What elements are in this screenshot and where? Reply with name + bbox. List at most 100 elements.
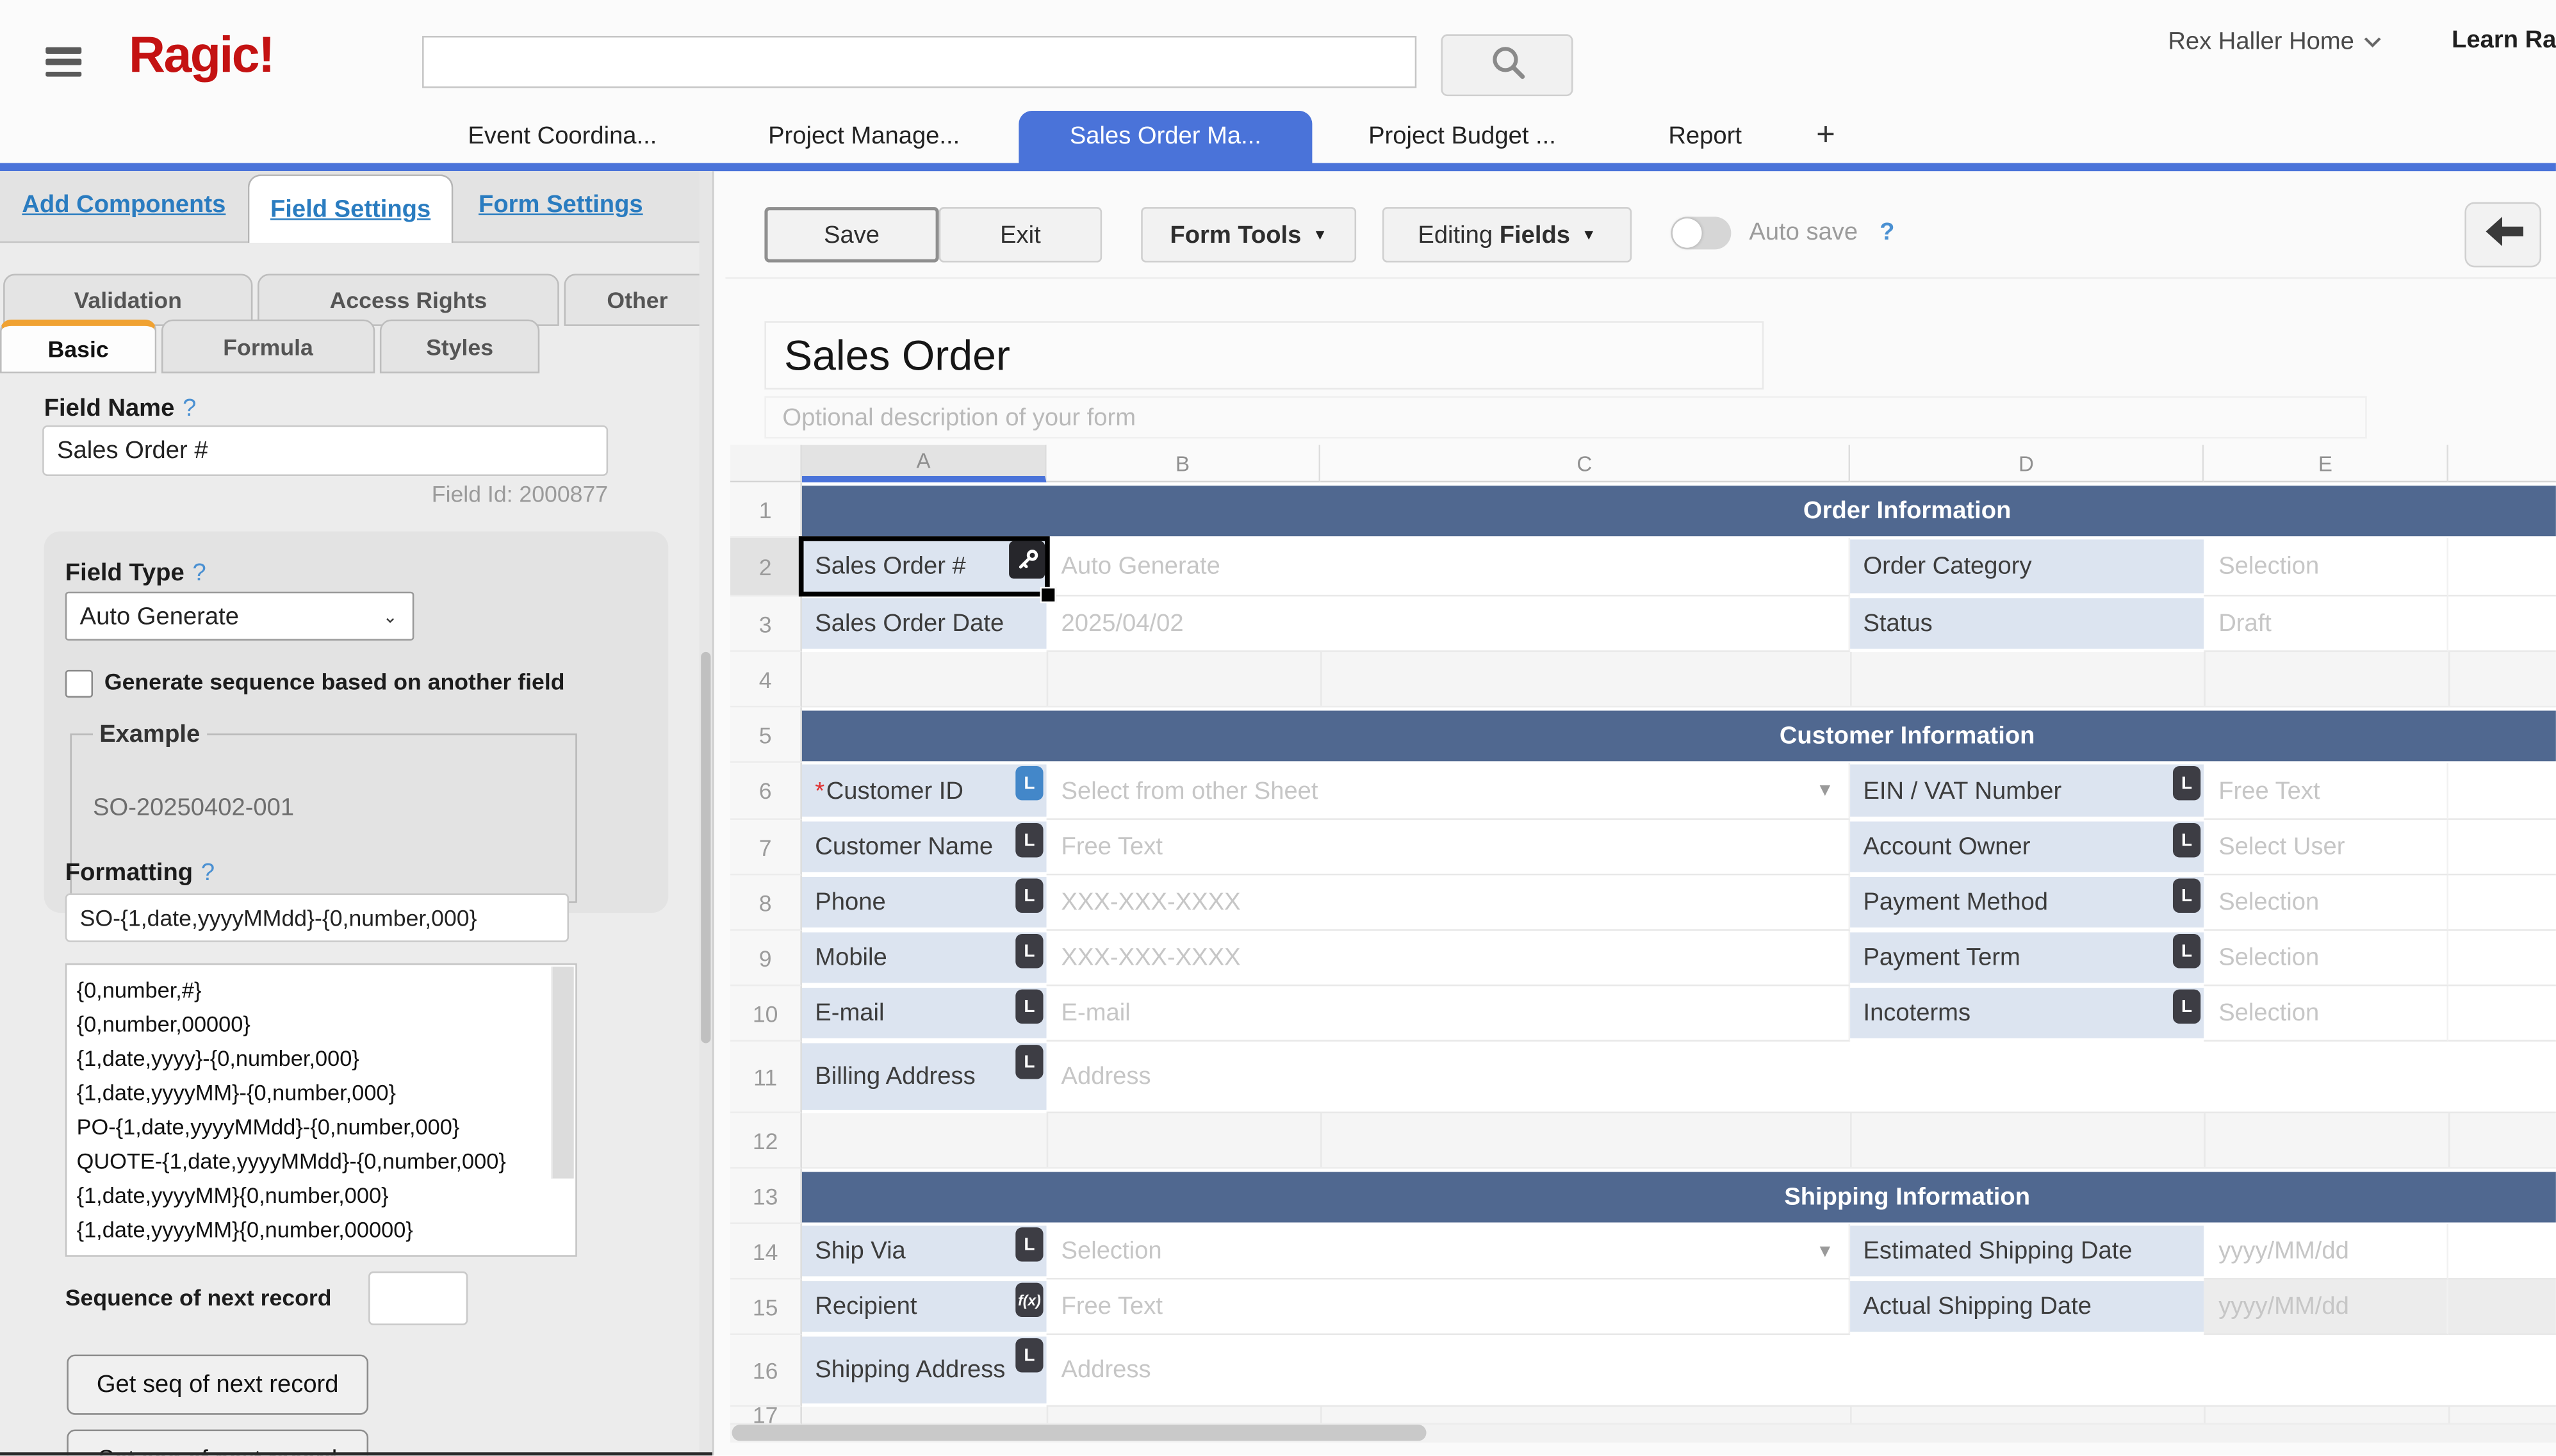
field-name-input[interactable] [42,425,608,476]
row-number[interactable]: 11 [730,1042,802,1113]
field-label-cell[interactable]: PhoneL [802,877,1047,928]
form-title-input[interactable]: Sales Order [764,321,1764,389]
field-name-help-icon[interactable]: ? [183,395,196,422]
listbox-scrollbar[interactable] [551,967,574,1179]
row-number[interactable]: 14 [730,1224,802,1280]
format-options-listbox[interactable]: {0,number,#}{0,number,00000}{1,date,yyyy… [65,963,577,1257]
sheet-tab[interactable]: Project Manage... [753,111,975,163]
format-option[interactable]: {1,date,yyyyMM}{0,number,00000} [77,1213,576,1247]
column-header-B[interactable]: B [1047,445,1320,483]
field-value-cell[interactable]: Address [1047,1335,2556,1407]
subtab-formula[interactable]: Formula [161,320,375,373]
field-label-cell[interactable]: Sales Order # [802,539,1047,593]
ragic-logo[interactable]: Ragic! [129,26,274,85]
sidebar-tab-field-settings[interactable]: Field Settings [248,174,454,243]
horizontal-scrollbar-thumb[interactable] [732,1425,1427,1441]
field-value-cell[interactable]: yyyy/MM/dd [2204,1224,2448,1280]
empty-row[interactable] [802,1113,2556,1169]
formatting-help-icon[interactable]: ? [201,859,215,887]
field-value-cell[interactable]: XXX-XXX-XXXX [1047,931,1850,986]
field-value-cell[interactable] [2448,763,2556,820]
field-value-cell[interactable]: E-mail [1047,986,1850,1042]
row-number[interactable]: 13 [730,1168,802,1224]
format-option[interactable]: {1,date,yyyyMM}-{0,number,000} [77,1076,576,1109]
subtab-access-rights[interactable]: Access Rights [258,274,559,325]
field-value-cell[interactable]: Auto Generate [1047,538,1850,597]
field-label-cell[interactable]: Actual Shipping Date [1850,1281,2204,1332]
subtab-styles[interactable]: Styles [380,320,539,373]
format-option[interactable]: {1,date,yyyyMM}{0,number,000} [77,1179,576,1213]
auto-save-help-icon[interactable]: ? [1880,218,1894,246]
field-value-cell[interactable]: Selection [2204,875,2448,931]
formatting-input[interactable] [65,893,569,942]
field-value-cell[interactable] [2448,986,2556,1042]
row-number[interactable]: 10 [730,986,802,1042]
learn-ragic-link[interactable]: Learn Ra [2452,26,2556,54]
field-label-cell[interactable]: Payment MethodL [1850,877,2204,928]
field-label-cell[interactable]: *Customer IDL [802,764,1047,816]
field-value-cell[interactable]: Selection [2204,986,2448,1042]
sheet-tab[interactable]: Sales Order Ma... [1019,111,1312,163]
generate-sequence-checkbox[interactable] [65,670,93,698]
search-input[interactable] [422,36,1416,88]
field-value-cell[interactable] [2448,931,2556,986]
fill-handle[interactable] [1040,587,1056,603]
field-label-cell[interactable]: EIN / VAT NumberL [1850,764,2204,816]
sheet-tab[interactable]: Report [1646,111,1764,163]
field-value-cell[interactable]: Select from other Sheet▼ [1047,763,1850,820]
auto-save-toggle[interactable] [1671,217,1731,249]
get-seq-button[interactable]: Get seq of next record [67,1355,368,1415]
field-value-cell[interactable]: XXX-XXX-XXXX [1047,875,1850,931]
format-option[interactable]: {0,number,#} [77,973,576,1007]
sheet-tab[interactable]: Event Coordina... [464,111,660,163]
field-label-cell[interactable]: Billing AddressL [802,1043,1047,1110]
field-value-cell[interactable] [2448,875,2556,931]
field-value-cell[interactable] [2448,820,2556,876]
field-label-cell[interactable]: Account OwnerL [1850,821,2204,872]
field-value-cell[interactable]: Selection▼ [1047,1224,1850,1280]
format-option[interactable]: {1,date,yyyy}-{0,number,000} [77,1042,576,1076]
back-button[interactable] [2464,202,2541,268]
subtab-validation[interactable]: Validation [3,274,252,325]
set-seq-button[interactable]: Set seq of next record [67,1430,368,1456]
column-header-E[interactable]: E [2204,445,2448,483]
field-value-cell[interactable] [2448,538,2556,597]
field-value-cell[interactable]: yyyy/MM/dd [2204,1280,2448,1336]
field-label-cell[interactable]: Payment TermL [1850,933,2204,983]
field-label-cell[interactable]: MobileL [802,933,1047,983]
row-number[interactable]: 4 [730,652,802,708]
row-number[interactable]: 5 [730,707,802,763]
field-value-cell[interactable] [2448,1280,2556,1336]
form-tools-menu[interactable]: Form Tools ▼ [1141,207,1356,263]
column-header-A[interactable]: A [802,445,1047,483]
add-sheet-tab-button[interactable]: + [1801,111,1850,163]
field-value-cell[interactable]: Address [1047,1042,2556,1113]
row-number[interactable]: 9 [730,931,802,986]
field-value-cell[interactable]: Select User [2204,820,2448,876]
field-label-cell[interactable]: Estimated Shipping Date [1850,1226,2204,1277]
form-description-input[interactable]: Optional description of your form [764,396,2366,438]
subtab-other[interactable]: Other [564,274,710,325]
format-option[interactable]: QUOTE-{1,date,yyyyMMdd}-{0,number,000} [77,1144,576,1178]
row-number[interactable]: 16 [730,1335,802,1407]
row-header-corner[interactable] [730,445,802,483]
column-header-C[interactable]: C [1320,445,1850,483]
field-type-select[interactable]: Auto Generate ⌄ [65,592,414,641]
sidebar-scrollbar-thumb[interactable] [701,652,710,1043]
exit-button[interactable]: Exit [939,207,1102,263]
field-value-cell[interactable]: Free Text [1047,1280,1850,1336]
empty-row[interactable] [802,1407,2556,1425]
editing-fields-menu[interactable]: Editing Fields ▼ [1382,207,1632,263]
user-home-menu[interactable]: Rex Haller Home [2168,28,2382,55]
section-header[interactable]: Order Information [802,486,2556,536]
field-value-cell[interactable] [2448,596,2556,652]
search-button[interactable] [1441,34,1573,96]
field-value-cell[interactable]: Draft [2204,596,2448,652]
row-number[interactable]: 8 [730,875,802,931]
field-label-cell[interactable]: Sales Order Date [802,598,1047,649]
sequence-next-record-input[interactable] [368,1272,468,1325]
field-label-cell[interactable]: Order Category [1850,539,2204,593]
section-header[interactable]: Shipping Information [802,1172,2556,1223]
field-type-help-icon[interactable]: ? [192,559,206,587]
column-header-f[interactable] [2448,445,2556,483]
